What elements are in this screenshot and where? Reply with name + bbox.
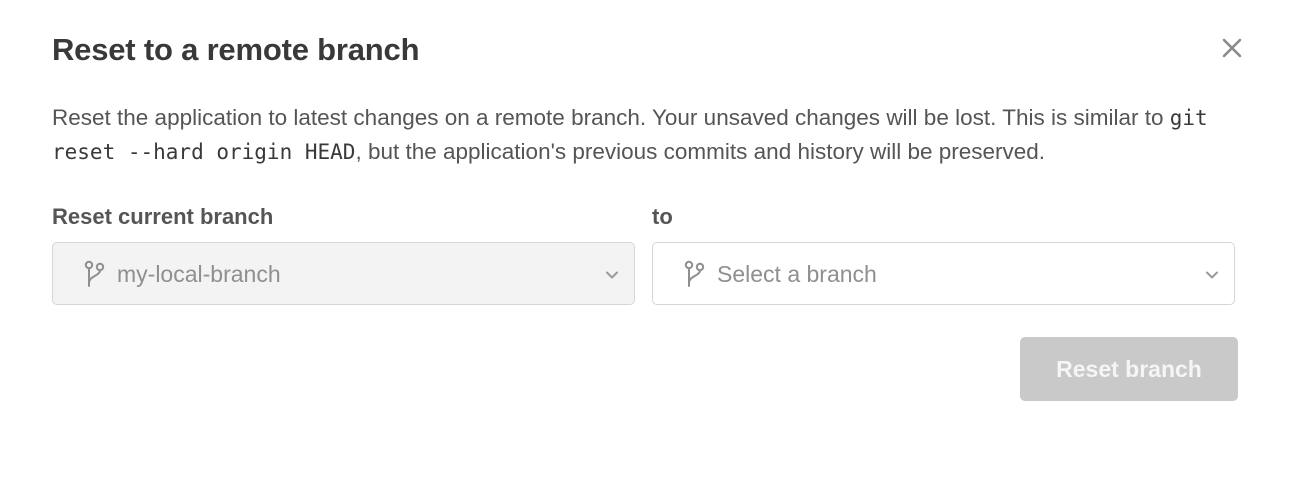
description-text-before: Reset the application to latest changes … bbox=[52, 105, 1170, 130]
target-branch-field: to Select a branch bbox=[652, 202, 1235, 305]
close-button[interactable] bbox=[1218, 34, 1246, 62]
dialog-description: Reset the application to latest changes … bbox=[52, 101, 1238, 169]
git-branch-icon bbox=[83, 259, 105, 289]
branch-fields: Reset current branch my-local-branch to … bbox=[52, 202, 1238, 305]
target-branch-label: to bbox=[652, 204, 673, 229]
chevron-down-icon bbox=[604, 267, 620, 283]
target-branch-select[interactable]: Select a branch bbox=[652, 242, 1235, 305]
reset-branch-dialog: Reset to a remote branch Reset the appli… bbox=[0, 0, 1290, 480]
chevron-down-icon bbox=[1204, 267, 1220, 283]
current-branch-value: my-local-branch bbox=[117, 260, 281, 287]
dialog-title: Reset to a remote branch bbox=[52, 32, 420, 67]
dialog-header: Reset to a remote branch bbox=[52, 30, 1238, 70]
current-branch-field: Reset current branch my-local-branch bbox=[52, 202, 635, 305]
dialog-actions: Reset branch bbox=[52, 337, 1238, 401]
description-text-after: , but the application's previous commits… bbox=[355, 139, 1046, 164]
reset-branch-button[interactable]: Reset branch bbox=[1020, 337, 1238, 401]
current-branch-select: my-local-branch bbox=[52, 242, 635, 305]
current-branch-label: Reset current branch bbox=[52, 204, 274, 229]
git-branch-icon bbox=[683, 259, 705, 289]
close-icon bbox=[1222, 38, 1242, 58]
target-branch-placeholder: Select a branch bbox=[717, 260, 877, 287]
